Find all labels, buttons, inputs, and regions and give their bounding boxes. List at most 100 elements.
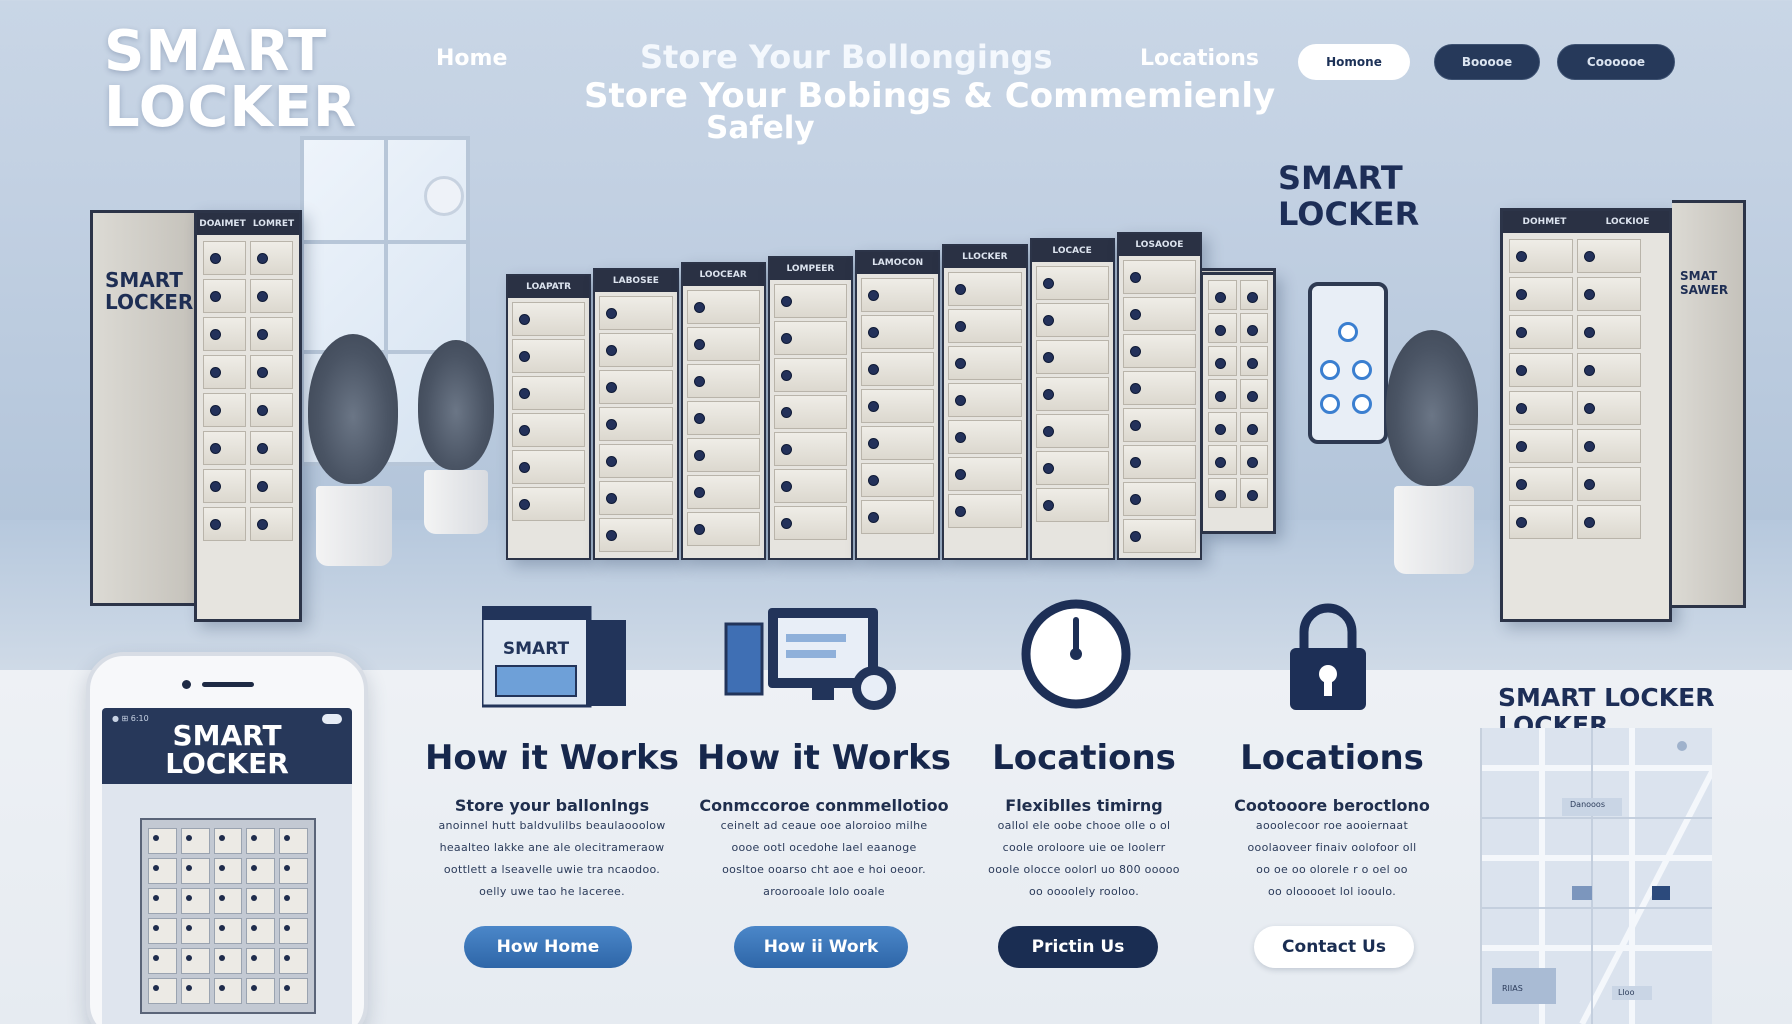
locker-door	[686, 290, 760, 324]
locker-head-label: DOHMET	[1503, 211, 1586, 233]
map-place-label: Lloo	[1618, 988, 1635, 997]
feature-title: Locations	[1240, 738, 1424, 778]
locker-door	[180, 978, 210, 1004]
locker-head-label: LOMRET	[248, 213, 299, 235]
locker-door	[773, 395, 847, 429]
locker-door	[599, 407, 673, 441]
locker-door	[180, 888, 210, 914]
plant-foliage	[1386, 330, 1478, 486]
nav-locations-link[interactable]: Locations	[1140, 46, 1259, 71]
locker-door	[599, 370, 673, 404]
locker-door	[773, 432, 847, 466]
locker-door	[773, 469, 847, 503]
locker-head-label: LABOSEE	[595, 270, 677, 292]
locker-door	[686, 364, 760, 398]
locker-door	[213, 828, 243, 854]
locker-door-grid	[197, 235, 299, 547]
locker-door	[1239, 379, 1268, 409]
side-locker-cabinet	[1200, 272, 1276, 534]
locker-door	[1035, 414, 1109, 448]
contact-us-button[interactable]: Contact Us	[1254, 926, 1414, 968]
phone-toggle-icon[interactable]	[322, 714, 342, 724]
how-home-button[interactable]: How Home	[464, 926, 632, 968]
wall-clock-icon	[424, 176, 464, 216]
locker-door	[148, 858, 177, 884]
locker-door	[246, 948, 276, 974]
plant-foliage	[308, 334, 398, 484]
locker-door	[773, 358, 847, 392]
locker-door	[1122, 482, 1196, 516]
locker-door	[1577, 391, 1641, 425]
brand-line-2: LOCKER	[104, 75, 358, 140]
locker-door	[948, 420, 1022, 454]
feature-body-line: oo oe oo olorele r o oel oo	[1256, 863, 1408, 876]
locker-door	[686, 438, 760, 472]
locker-door	[512, 487, 586, 521]
feature-body-line: oooe ootl ocedohe lael eaanoge	[731, 841, 917, 854]
locker-door	[861, 315, 935, 349]
locker-door	[203, 431, 246, 465]
locker-column: LOOCEAR	[680, 262, 766, 560]
locker-door	[246, 828, 276, 854]
map-place-label: Danooos	[1570, 800, 1605, 809]
locker-door	[1208, 445, 1237, 475]
feature-subtitle: Store your ballonlngs	[454, 796, 650, 815]
locker-door	[1035, 377, 1109, 411]
locker-door	[279, 918, 308, 944]
locker-head-label: LOOCEAR	[682, 264, 764, 286]
computer-locker-icon	[724, 604, 904, 714]
locker-door	[686, 327, 760, 361]
feature-column-1: How it Works Store your ballonlngs anoin…	[420, 738, 684, 903]
locker-column: LOSAOOE	[1116, 232, 1202, 560]
kiosk-key-icon	[1320, 360, 1340, 380]
locker-column: LOAPATR	[506, 274, 592, 560]
locker-door	[1577, 467, 1641, 501]
locker-door	[1509, 353, 1573, 387]
locker-door	[1035, 451, 1109, 485]
locker-door	[861, 278, 935, 312]
header-button-3[interactable]: Coooooe	[1557, 44, 1675, 80]
locker-door	[512, 339, 586, 373]
svg-text:SMART: SMART	[503, 639, 570, 659]
locker-door	[1239, 412, 1268, 442]
locker-door	[246, 858, 276, 884]
feature-body-line: oo olooooet lol iooulo.	[1267, 885, 1397, 898]
locker-door	[148, 918, 177, 944]
locker-door	[213, 948, 243, 974]
locker-door	[148, 948, 177, 974]
locker-column: LOMPEER	[767, 256, 853, 560]
header-button-2[interactable]: Booooe	[1434, 44, 1540, 80]
locker-door	[773, 506, 847, 540]
pricing-button[interactable]: Prictin Us	[998, 926, 1158, 968]
feature-body-line: anoinnel hutt baldvulilbs beaulaooolow	[438, 819, 666, 832]
locker-door-grid	[1503, 233, 1669, 545]
locker-door	[1239, 313, 1268, 343]
locker-door	[148, 828, 177, 854]
brand-logo[interactable]: SMART LOCKER	[104, 24, 357, 136]
locker-head-label: DOAIMET	[197, 213, 248, 235]
header-button-1[interactable]: Homone	[1298, 44, 1410, 80]
feature-body-line: oelly uwe tao he laceree.	[479, 885, 625, 898]
locker-door	[1577, 505, 1641, 539]
hero-heading-line-2: Store Your Bobings & Commemienly	[584, 76, 1276, 116]
location-map[interactable]: Danooos RIIAS Lloo	[1480, 728, 1712, 1024]
locker-door	[246, 888, 276, 914]
feature-title: Locations	[992, 738, 1176, 778]
map-place-label: RIIAS	[1502, 984, 1523, 993]
right-locker-tower: DOHMET LOCKIOE	[1500, 208, 1672, 622]
locker-door	[1509, 315, 1573, 349]
locker-door	[213, 918, 243, 944]
locker-door	[246, 918, 276, 944]
feature-body-line: coole oroloore uie oe loolerr	[1002, 841, 1166, 854]
feature-subtitle: Flexiblles timirng	[1005, 796, 1163, 815]
feature-column-4: Locations Cootooore beroctlono aooolecoo…	[1212, 738, 1452, 903]
locker-door	[279, 978, 308, 1004]
feature-body-line: aroorooale lolo ooale	[763, 885, 885, 898]
phone-speaker	[202, 682, 254, 687]
plant-foliage	[418, 340, 494, 470]
how-it-work-button[interactable]: How ii Work	[734, 926, 908, 968]
nav-home-link[interactable]: Home	[436, 46, 507, 71]
locker-kiosk-screen	[1308, 282, 1388, 444]
locker-head-label: LOCACE	[1031, 240, 1113, 262]
locker-door	[203, 469, 246, 503]
